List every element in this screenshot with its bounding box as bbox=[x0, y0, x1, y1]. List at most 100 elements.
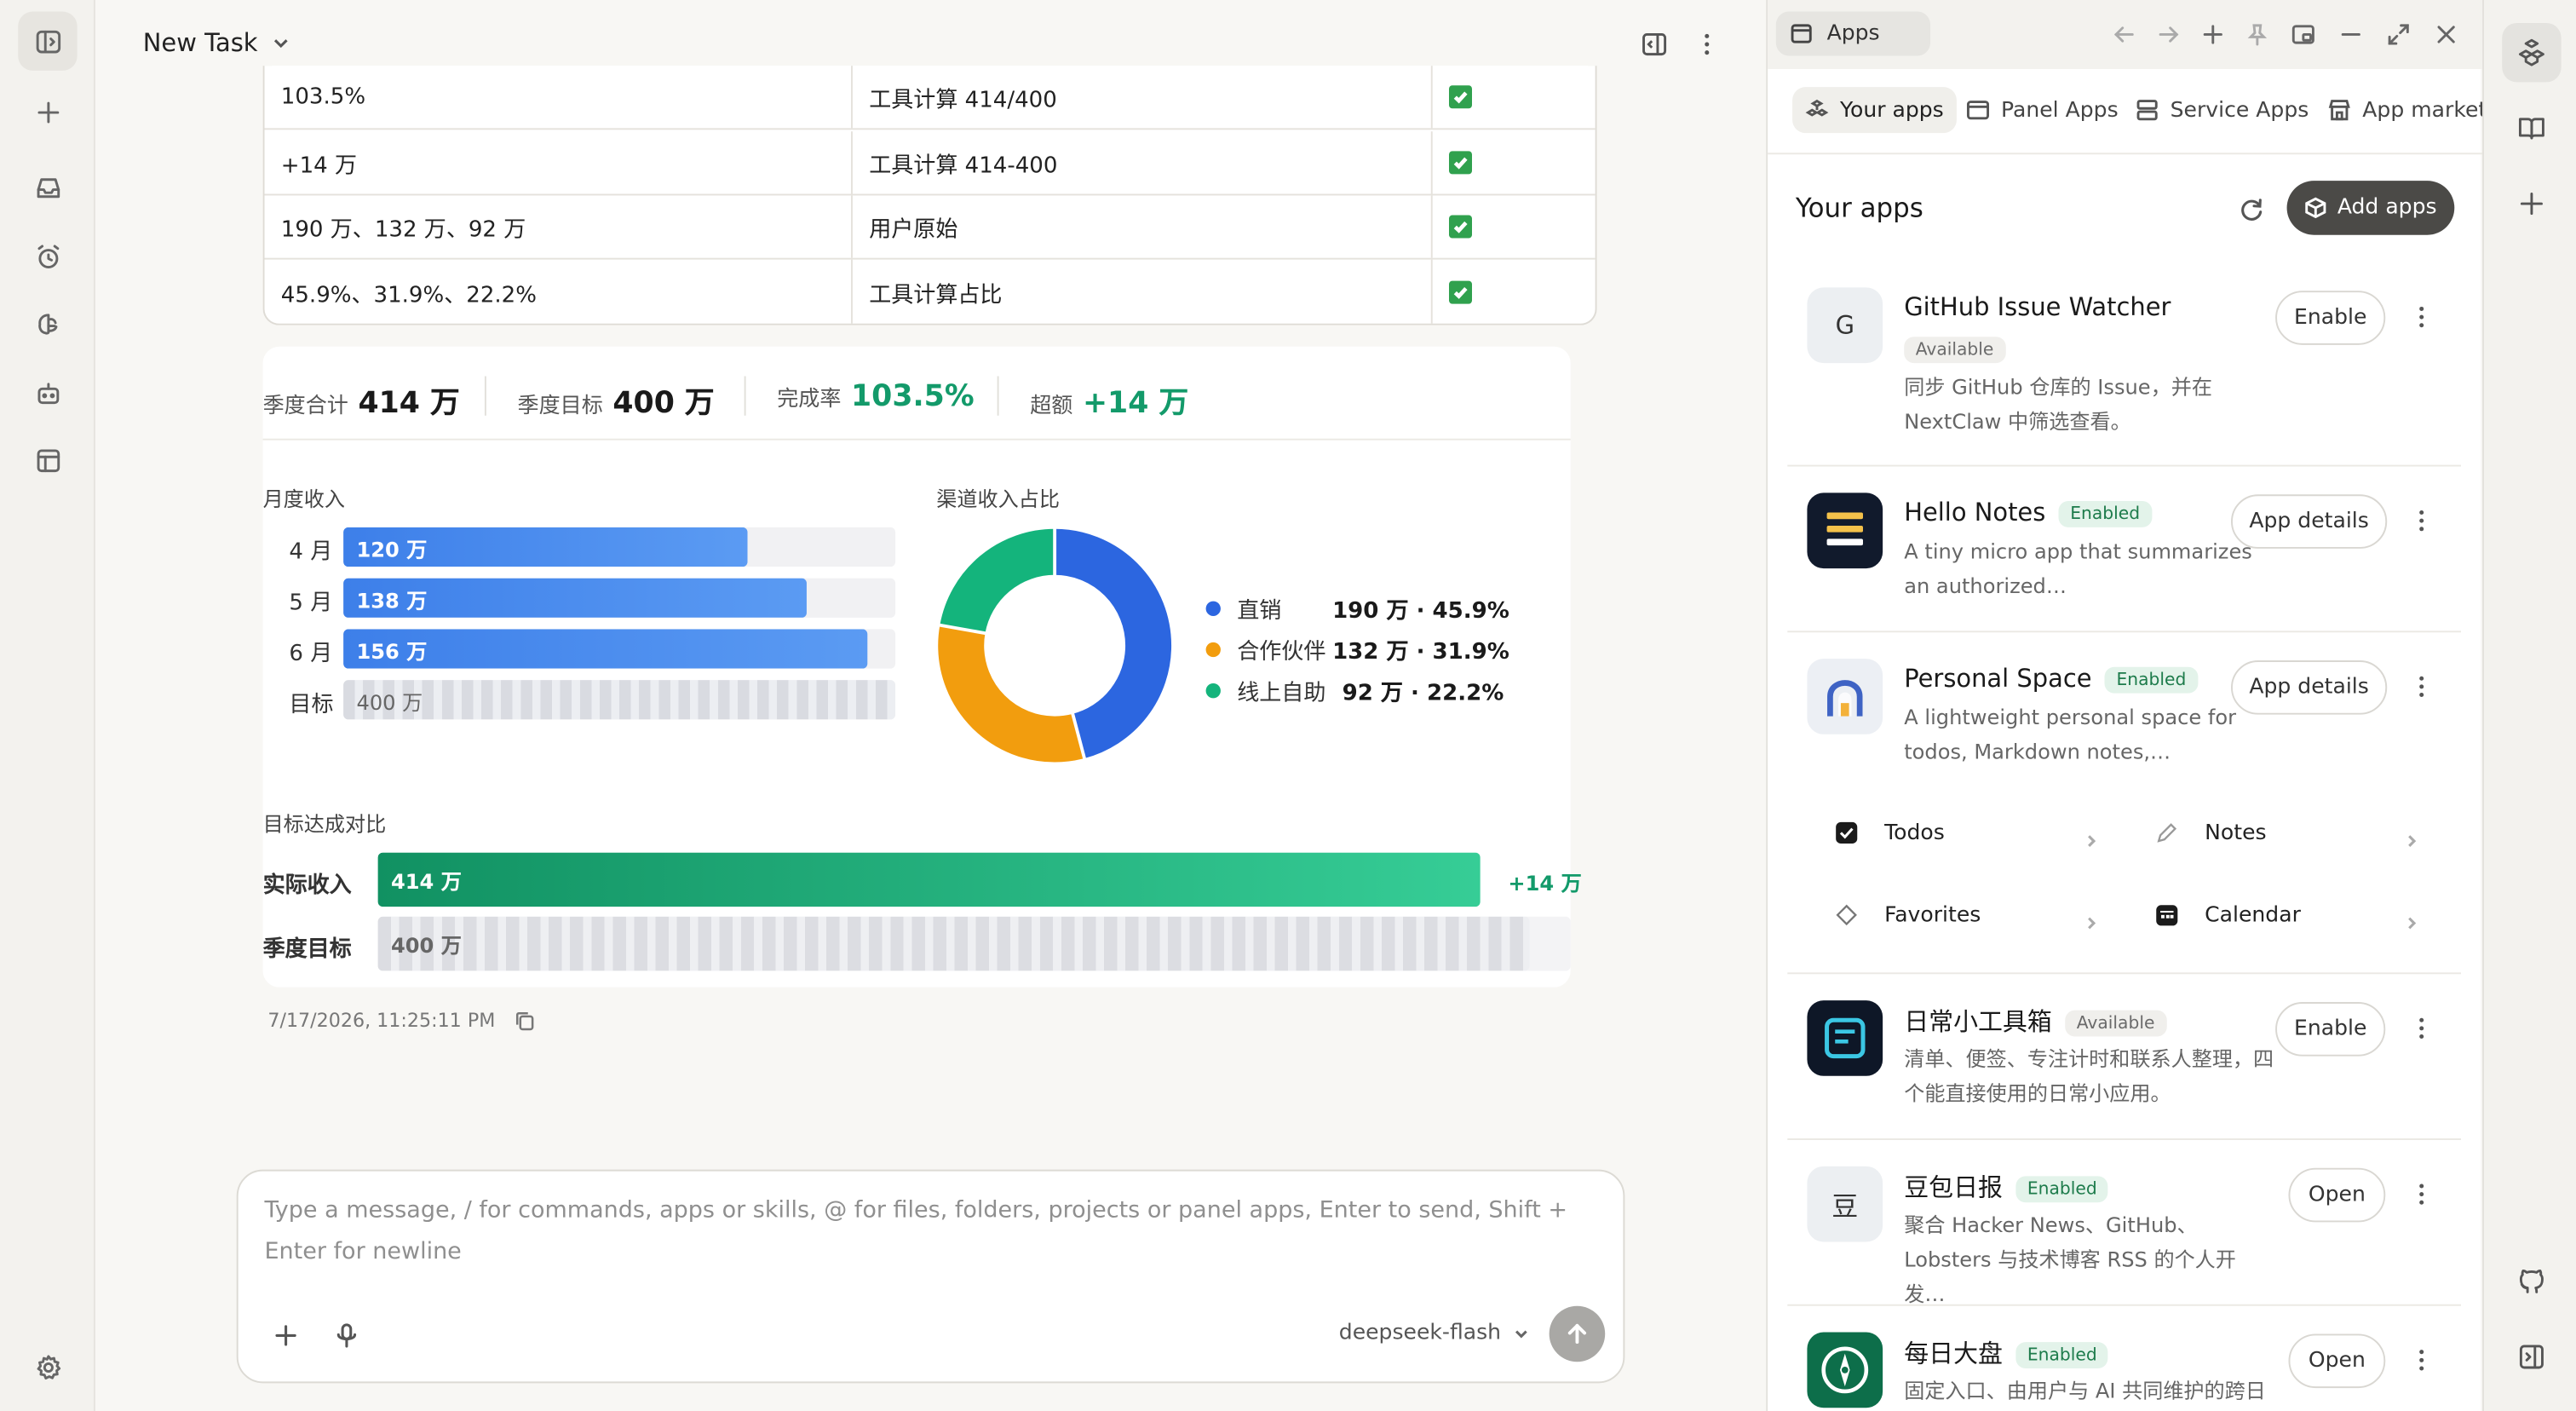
monthly-bar-label: 4 月 bbox=[289, 538, 333, 566]
app-menu-button[interactable] bbox=[2408, 1012, 2435, 1045]
table-cell: 45.9%、31.9%、22.2% bbox=[264, 259, 853, 324]
message-composer[interactable]: Type a message, / for commands, apps or … bbox=[236, 1169, 1625, 1384]
settings-button[interactable] bbox=[18, 1337, 77, 1396]
plus-icon bbox=[275, 1325, 296, 1346]
app-icon-letter: G bbox=[1835, 310, 1854, 341]
layout-button[interactable] bbox=[18, 430, 77, 489]
minimize-button[interactable] bbox=[2336, 20, 2366, 49]
overflow-value: +14 万 bbox=[1508, 870, 1582, 896]
microphone-icon bbox=[336, 1323, 357, 1348]
personal-space-app-icon bbox=[1807, 659, 1883, 734]
forward-button[interactable] bbox=[2153, 20, 2183, 49]
table-cell bbox=[1433, 131, 1596, 193]
app-menu-button[interactable] bbox=[2408, 1344, 2435, 1377]
app-menu-button[interactable] bbox=[2408, 301, 2435, 334]
app-menu-button[interactable] bbox=[2408, 1178, 2435, 1211]
add-rail-button[interactable] bbox=[2502, 174, 2561, 233]
back-button[interactable] bbox=[2109, 20, 2139, 49]
pencil-icon bbox=[2157, 823, 2177, 843]
open-button[interactable]: Open bbox=[2288, 1167, 2386, 1223]
monthly-bar-value: 400 万 bbox=[356, 688, 423, 714]
message-meta: 7/17/2026, 11:25:11 PM bbox=[267, 1009, 536, 1032]
table-cell: 103.5% bbox=[264, 66, 853, 129]
app-item-github-issue-watcher[interactable]: G GitHub Issue Watcher Available 同步 GitH… bbox=[1787, 268, 2461, 467]
model-selector[interactable]: deepseek-flash bbox=[1339, 1321, 1529, 1345]
monthly-bar-label: 目标 bbox=[289, 691, 334, 718]
app-item-daily-dashboard[interactable]: 每日大盘 Enabled 固定入口、由用户与 AI 共同维护的跨日 Open bbox=[1787, 1308, 2461, 1411]
monthly-bar: 156 万 bbox=[343, 629, 868, 669]
status-badge: Enabled bbox=[2015, 1341, 2109, 1368]
legend-dot bbox=[1205, 641, 1221, 657]
table-cell: 190 万、132 万、92 万 bbox=[264, 195, 853, 258]
app-description: 清单、便签、专注计时和联系人整理，四个能直接使用的日常小应用。 bbox=[1904, 1046, 2274, 1106]
subapp-calendar[interactable]: Calendar bbox=[2155, 896, 2301, 935]
target-value: 400 万 bbox=[390, 933, 462, 958]
voice-input-button[interactable] bbox=[329, 1317, 365, 1353]
subapp-favorites[interactable]: Favorites bbox=[1835, 896, 1981, 935]
refresh-button[interactable] bbox=[2234, 193, 2268, 226]
subapp-todos[interactable]: Todos bbox=[1835, 813, 1945, 852]
app-details-button[interactable]: App details bbox=[2230, 494, 2388, 549]
enable-button[interactable]: Enable bbox=[2275, 1002, 2386, 1057]
collapse-panel-rail-button[interactable] bbox=[2502, 1327, 2561, 1386]
more-vertical-icon bbox=[2419, 510, 2424, 532]
toggle-panel-button[interactable] bbox=[1636, 26, 1672, 62]
new-task-button[interactable] bbox=[18, 82, 77, 141]
app-item-doubao-daily[interactable]: 豆 豆包日报 Enabled 聚合 Hacker News、GitHub、Lobs… bbox=[1787, 1142, 2461, 1306]
monthly-bar-value: 120 万 bbox=[356, 536, 428, 562]
message-input[interactable]: Type a message, / for commands, apps or … bbox=[264, 1191, 1611, 1273]
tab-your-apps[interactable]: Your apps bbox=[1792, 87, 1958, 134]
compare-chart-title: 目标达成对比 bbox=[262, 811, 387, 837]
inbox-button[interactable] bbox=[18, 158, 77, 216]
app-details-button[interactable]: App details bbox=[2230, 660, 2388, 715]
enable-button[interactable]: Enable bbox=[2275, 291, 2386, 345]
send-button[interactable] bbox=[1549, 1305, 1606, 1362]
more-options-button[interactable] bbox=[1689, 26, 1725, 62]
app-item-daily-toolbox[interactable]: 日常小工具箱 Available 清单、便签、专注计时和联系人整理，四个能直接使用… bbox=[1787, 976, 2461, 1140]
app-menu-button[interactable] bbox=[2408, 671, 2435, 704]
pin-button[interactable] bbox=[2242, 20, 2272, 49]
github-rail-button[interactable] bbox=[2502, 1252, 2561, 1310]
agents-button[interactable] bbox=[18, 363, 77, 422]
kpi-label: 季度合计 bbox=[262, 394, 348, 419]
monthly-bar-label: 6 月 bbox=[289, 640, 333, 667]
kpi-value: 103.5% bbox=[851, 379, 975, 414]
maximize-button[interactable] bbox=[2383, 20, 2413, 49]
app-item-hello-notes[interactable]: Hello Notes Enabled A tiny micro app that… bbox=[1787, 468, 2461, 633]
apps-rail-button[interactable] bbox=[2502, 22, 2562, 83]
legend-item: 直销 190 万 · 45.9% bbox=[1205, 591, 1509, 625]
apps-tab[interactable]: Apps bbox=[1775, 11, 1931, 56]
toolbox-app-icon bbox=[1807, 1000, 1883, 1076]
app-name-row: 豆包日报 Enabled bbox=[1904, 1170, 2109, 1204]
channel-donut-chart bbox=[938, 527, 1172, 763]
monthly-bar: 120 万 bbox=[343, 527, 747, 567]
tab-service-apps[interactable]: Service Apps bbox=[2123, 87, 2322, 133]
revenue-dashboard: 季度合计 414 万 季度目标 400 万 完成率 103.5% 超额 +14 … bbox=[262, 346, 1582, 988]
copy-icon[interactable] bbox=[515, 1010, 537, 1031]
table-cell: 工具计算 414-400 bbox=[853, 131, 1433, 194]
subapp-notes[interactable]: Notes bbox=[2155, 813, 2267, 852]
close-panel-button[interactable] bbox=[2431, 20, 2461, 49]
inbox-icon bbox=[36, 177, 60, 198]
alarm-button[interactable] bbox=[18, 227, 77, 285]
docs-rail-button[interactable] bbox=[2502, 99, 2561, 158]
task-title-dropdown[interactable]: New Task bbox=[143, 28, 290, 57]
status-badge: Enabled bbox=[2104, 665, 2198, 693]
monthly-bar-track: 400 万 bbox=[343, 680, 896, 720]
picture-in-picture-button[interactable] bbox=[2288, 20, 2318, 49]
app-menu-button[interactable] bbox=[2408, 504, 2435, 538]
add-apps-button[interactable]: Add apps bbox=[2286, 181, 2455, 235]
legend-name: 合作伙伴 bbox=[1237, 638, 1326, 665]
more-vertical-icon bbox=[2419, 1184, 2424, 1205]
divider bbox=[744, 376, 746, 416]
skills-button[interactable] bbox=[18, 294, 77, 353]
apps-icon bbox=[1805, 99, 1829, 117]
tab-panel-apps[interactable]: Panel Apps bbox=[1953, 87, 2131, 133]
toggle-sidebar-button[interactable] bbox=[18, 11, 78, 71]
app-item-personal-space[interactable]: Personal Space Enabled A lightweight pers… bbox=[1787, 634, 2461, 975]
attach-button[interactable] bbox=[267, 1317, 303, 1353]
open-button[interactable]: Open bbox=[2288, 1333, 2386, 1389]
monthly-bar-label: 5 月 bbox=[289, 590, 333, 616]
new-tab-button[interactable] bbox=[2198, 20, 2228, 49]
subapp-label: Calendar bbox=[2205, 902, 2301, 928]
